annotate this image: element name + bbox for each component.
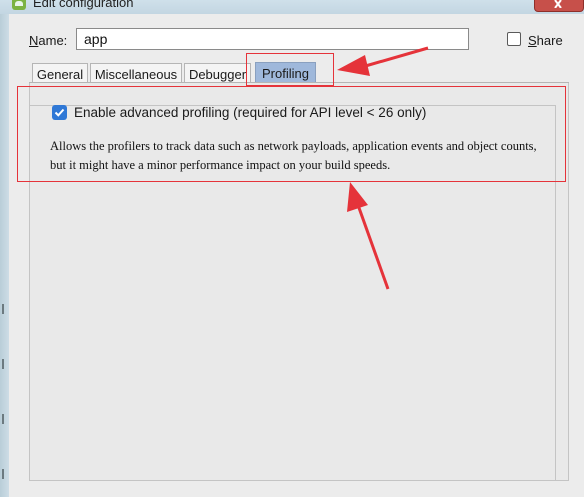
name-label-mnemonic: N — [29, 33, 39, 48]
tab-general[interactable]: General — [32, 63, 88, 83]
close-button[interactable] — [534, 0, 584, 12]
tab-debugger[interactable]: Debugger — [184, 63, 251, 83]
edge-mark — [2, 414, 4, 424]
annotation-box-content — [17, 86, 566, 182]
title-bar: Edit configuration — [0, 0, 584, 14]
name-label: Name: — [29, 33, 67, 48]
edge-mark — [2, 469, 4, 479]
edge-mark — [2, 304, 4, 314]
edge-mark — [2, 359, 4, 369]
name-label-text: ame: — [38, 33, 68, 48]
annotation-box-tab — [246, 53, 334, 86]
share-checkbox[interactable] — [507, 32, 521, 46]
background-window-edge — [0, 14, 9, 497]
share-label-mnemonic: S — [528, 33, 537, 48]
android-studio-icon — [12, 0, 26, 10]
name-input[interactable] — [76, 28, 469, 50]
window-title: Edit configuration — [33, 0, 134, 10]
share-label[interactable]: Share — [528, 33, 563, 48]
tab-miscellaneous[interactable]: Miscellaneous — [90, 63, 182, 83]
close-icon — [554, 0, 562, 8]
share-label-text: hare — [536, 33, 563, 48]
